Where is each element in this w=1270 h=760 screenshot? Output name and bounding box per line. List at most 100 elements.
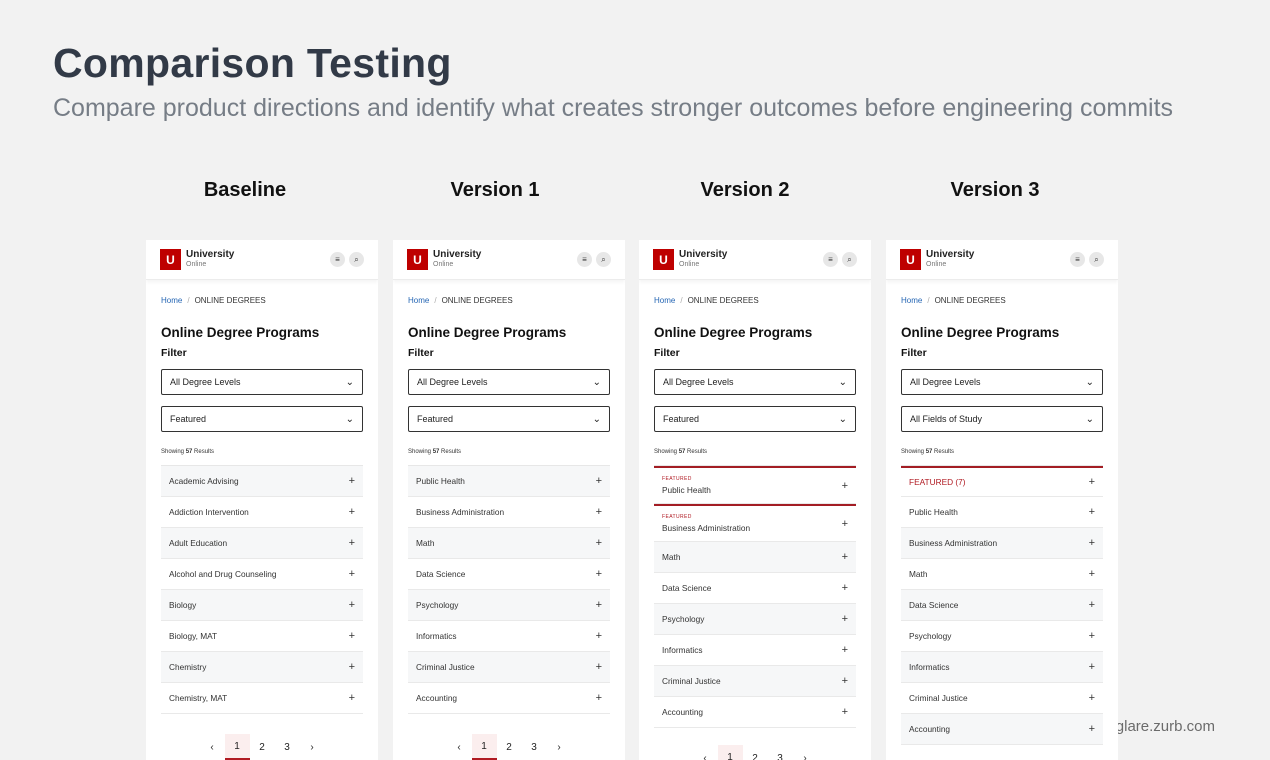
results-prefix: Showing — [408, 449, 432, 455]
chevron-right-icon[interactable]: › — [300, 734, 325, 760]
search-icon[interactable]: ⌕ — [596, 252, 611, 267]
program-row[interactable]: Data Science + — [901, 590, 1103, 621]
menu-icon[interactable]: ≡ — [1070, 252, 1085, 267]
page-number-2[interactable]: 2 — [250, 734, 275, 760]
search-icon[interactable]: ⌕ — [842, 252, 857, 267]
plus-icon: + — [841, 675, 848, 687]
program-row[interactable]: Accounting + — [408, 683, 610, 714]
university-logo-icon[interactable]: U — [900, 249, 921, 270]
program-row[interactable]: Informatics + — [901, 652, 1103, 683]
filter-label: Filter — [408, 347, 434, 359]
program-row[interactable]: Biology, MAT + — [161, 621, 363, 652]
program-row[interactable]: Adult Education + — [161, 528, 363, 559]
phone-mockup-1: U University Online ≡ ⌕ Home / ONLINE DEGREES On… — [393, 240, 625, 760]
page-number-3[interactable]: 3 — [768, 745, 793, 760]
logo-text: University Online — [433, 249, 481, 270]
secondary-select[interactable]: Featured ⌄ — [408, 406, 610, 432]
degree-level-select[interactable]: All Degree Levels ⌄ — [654, 369, 856, 395]
results-prefix: Showing — [901, 449, 925, 455]
program-name: Data Science — [416, 569, 466, 579]
search-icon[interactable]: ⌕ — [349, 252, 364, 267]
program-row[interactable]: Public Health + — [901, 497, 1103, 528]
program-row[interactable]: Criminal Justice + — [901, 683, 1103, 714]
program-name: Informatics — [909, 662, 950, 672]
secondary-select[interactable]: Featured ⌄ — [161, 406, 363, 432]
plus-icon: + — [1088, 476, 1095, 488]
breadcrumb-separator: / — [187, 296, 190, 305]
breadcrumb-home-link[interactable]: Home — [901, 296, 922, 305]
menu-icon[interactable]: ≡ — [823, 252, 838, 267]
program-name: Alcohol and Drug Counseling — [169, 569, 277, 579]
plus-icon: + — [348, 506, 355, 518]
page-number-3[interactable]: 3 — [522, 734, 547, 760]
program-name: Criminal Justice — [662, 676, 721, 686]
program-row[interactable]: Criminal Justice + — [408, 652, 610, 683]
search-icon[interactable]: ⌕ — [1089, 252, 1104, 267]
program-row[interactable]: Academic Advising + — [161, 466, 363, 497]
program-row[interactable]: Chemistry, MAT + — [161, 683, 363, 714]
program-row[interactable]: Psychology + — [901, 621, 1103, 652]
degree-level-select[interactable]: All Degree Levels ⌄ — [161, 369, 363, 395]
program-row[interactable]: Public Health + — [408, 466, 610, 497]
chevron-left-icon[interactable]: ‹ — [693, 745, 718, 760]
program-row[interactable]: Accounting + — [901, 714, 1103, 745]
breadcrumb-home-link[interactable]: Home — [408, 296, 429, 305]
plus-icon: + — [841, 644, 848, 656]
degree-level-select[interactable]: All Degree Levels ⌄ — [408, 369, 610, 395]
program-row[interactable]: Math + — [901, 559, 1103, 590]
program-row[interactable]: Alcohol and Drug Counseling + — [161, 559, 363, 590]
program-row[interactable]: Criminal Justice + — [654, 666, 856, 697]
program-name: Informatics — [416, 631, 457, 641]
chevron-left-icon[interactable]: ‹ — [200, 734, 225, 760]
page-number-2[interactable]: 2 — [743, 745, 768, 760]
program-row[interactable]: Addiction Intervention + — [161, 497, 363, 528]
page-number-1[interactable]: 1 — [471, 734, 497, 760]
plus-icon: + — [348, 568, 355, 580]
program-row[interactable]: Math + — [654, 542, 856, 573]
program-row[interactable]: Informatics + — [408, 621, 610, 652]
chevron-right-icon[interactable]: › — [547, 734, 572, 760]
secondary-select[interactable]: Featured ⌄ — [654, 406, 856, 432]
program-name: Math — [662, 552, 681, 562]
page-number-1[interactable]: 1 — [224, 734, 250, 760]
program-row[interactable]: Psychology + — [654, 604, 856, 635]
page-number-2[interactable]: 2 — [497, 734, 522, 760]
program-row[interactable]: Informatics + — [654, 635, 856, 666]
plus-icon: + — [1088, 723, 1095, 735]
featured-program-row[interactable]: FEATURED Business Administration + — [654, 504, 856, 542]
university-logo-icon[interactable]: U — [160, 249, 181, 270]
program-row[interactable]: Math + — [408, 528, 610, 559]
plus-icon: + — [595, 506, 602, 518]
breadcrumb: Home / ONLINE DEGREES — [639, 280, 871, 311]
secondary-select[interactable]: All Fields of Study ⌄ — [901, 406, 1103, 432]
breadcrumb-home-link[interactable]: Home — [654, 296, 675, 305]
menu-icon[interactable]: ≡ — [577, 252, 592, 267]
chevron-left-icon[interactable]: ‹ — [447, 734, 472, 760]
program-row[interactable]: Data Science + — [654, 573, 856, 604]
degree-level-select-value: All Degree Levels — [417, 377, 488, 387]
breadcrumb-home-link[interactable]: Home — [161, 296, 182, 305]
program-row[interactable]: Data Science + — [408, 559, 610, 590]
program-row[interactable]: Chemistry + — [161, 652, 363, 683]
program-row[interactable]: Accounting + — [654, 697, 856, 728]
program-row[interactable]: Biology + — [161, 590, 363, 621]
featured-program-row[interactable]: FEATURED Public Health + — [654, 466, 856, 504]
results-count: Showing 57 Results — [639, 432, 871, 455]
chevron-down-icon: ⌄ — [345, 376, 354, 388]
plus-icon: + — [595, 692, 602, 704]
program-name: Public Health — [416, 476, 465, 486]
featured-group-row[interactable]: FEATURED (7) + — [901, 466, 1103, 497]
program-name: Accounting — [909, 724, 951, 734]
page-number-3[interactable]: 3 — [275, 734, 300, 760]
university-logo-icon[interactable]: U — [407, 249, 428, 270]
program-row[interactable]: Business Administration + — [408, 497, 610, 528]
program-name: Accounting — [662, 707, 704, 717]
chevron-right-icon[interactable]: › — [793, 745, 818, 760]
university-logo-icon[interactable]: U — [653, 249, 674, 270]
header-icons: ≡ ⌕ — [823, 252, 857, 267]
program-row[interactable]: Psychology + — [408, 590, 610, 621]
program-row[interactable]: Business Administration + — [901, 528, 1103, 559]
page-number-1[interactable]: 1 — [717, 745, 743, 760]
degree-level-select[interactable]: All Degree Levels ⌄ — [901, 369, 1103, 395]
menu-icon[interactable]: ≡ — [330, 252, 345, 267]
